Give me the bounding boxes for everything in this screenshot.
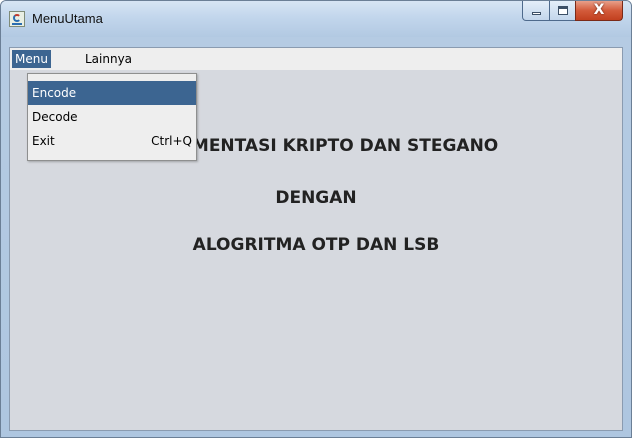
close-button[interactable]: X (575, 1, 623, 21)
minimize-button[interactable] (522, 1, 550, 21)
menu-lainnya[interactable]: Lainnya (82, 50, 135, 68)
menu-item-exit-label: Exit (32, 134, 55, 148)
maximize-icon (558, 6, 568, 15)
menu-item-exit[interactable]: Exit Ctrl+Q (28, 129, 196, 153)
menu-menu[interactable]: Menu (12, 50, 51, 68)
maximize-button[interactable] (549, 1, 576, 21)
minimize-icon (532, 12, 541, 15)
exit-shortcut: Ctrl+Q (151, 134, 192, 148)
window-title: MenuUtama (32, 11, 103, 26)
menu-item-decode[interactable]: Decode (28, 105, 196, 129)
heading-line-3: ALOGRITMA OTP DAN LSB (192, 235, 440, 255)
close-icon: X (593, 2, 605, 18)
menu-item-decode-label: Decode (32, 110, 78, 124)
menu-item-encode-label: Encode (32, 86, 77, 100)
menu-item-encode[interactable]: Encode (28, 81, 196, 105)
heading-line-2: DENGAN (275, 188, 357, 208)
app-window: MenuUtama X Menu Lainnya IMPLEMENTASI KR… (0, 0, 632, 438)
menu-bar: Menu Lainnya (10, 48, 622, 70)
java-cup-icon[interactable] (9, 11, 25, 27)
title-bar[interactable]: MenuUtama X (1, 1, 631, 37)
menu-dropdown: Encode Decode Exit Ctrl+Q (27, 73, 197, 161)
